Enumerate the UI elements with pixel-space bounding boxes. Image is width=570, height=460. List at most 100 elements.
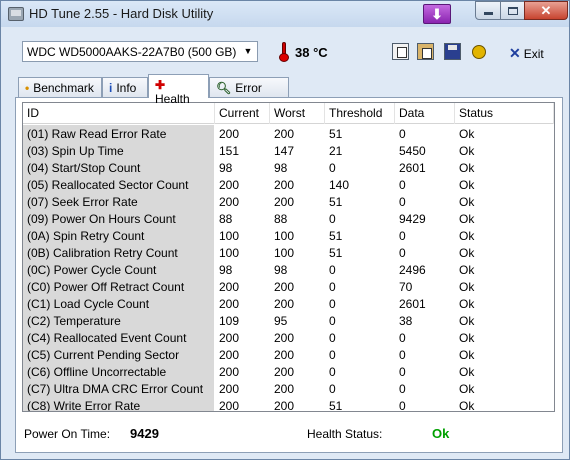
cell-status: Ok (459, 365, 475, 379)
close-button[interactable]: ✕ (524, 1, 568, 20)
cell-threshold: 0 (329, 348, 336, 362)
error-scan-icon: 🔍︎ (216, 81, 232, 95)
table-row[interactable]: (0A) Spin Retry Count 100 100 51 0 Ok (23, 227, 554, 244)
app-icon (8, 7, 24, 21)
minimize-button[interactable] (475, 1, 501, 20)
tab-label: Info (116, 81, 137, 95)
cell-threshold: 140 (329, 178, 350, 192)
cell-current: 98 (219, 161, 233, 175)
cell-id: (C7) Ultra DMA CRC Error Count (23, 380, 214, 397)
table-row[interactable]: (C1) Load Cycle Count 200 200 0 2601 Ok (23, 295, 554, 312)
table-row[interactable]: (C0) Power Off Retract Count 200 200 0 70 Ok (23, 278, 554, 295)
maximize-button[interactable] (500, 1, 525, 20)
app-window: HD Tune 2.55 - Hard Disk Utility ⬇ ✕ WDC… (0, 0, 570, 460)
smart-table[interactable]: ID Current Worst Threshold Data Status (… (22, 102, 555, 412)
column-header-data[interactable]: Data (395, 103, 455, 124)
cell-current: 88 (219, 212, 233, 226)
table-row[interactable]: (C7) Ultra DMA CRC Error Count 200 200 0 0 Ok (23, 380, 554, 397)
exit-button[interactable]: ✕ Exit (509, 45, 544, 62)
cell-current: 200 (219, 280, 240, 294)
table-row[interactable]: (07) Seek Error Rate 200 200 51 0 Ok (23, 193, 554, 210)
cell-worst: 200 (274, 127, 295, 141)
cell-worst: 200 (274, 365, 295, 379)
cell-threshold: 0 (329, 263, 336, 277)
table-row[interactable]: (04) Start/Stop Count 98 98 0 2601 Ok (23, 159, 554, 176)
tab-health[interactable]: ✚Health (148, 74, 209, 106)
cell-current: 100 (219, 229, 240, 243)
table-row[interactable]: (03) Spin Up Time 151 147 21 5450 Ok (23, 142, 554, 159)
cell-status: Ok (459, 161, 475, 175)
tab-error-scan[interactable]: 🔍︎Error Scan (209, 77, 289, 109)
table-row[interactable]: (C2) Temperature 109 95 0 38 Ok (23, 312, 554, 329)
table-row[interactable]: (05) Reallocated Sector Count 200 200 140 0 O… (23, 176, 554, 193)
cell-threshold: 0 (329, 280, 336, 294)
drive-select[interactable]: WDC WD5000AAKS-22A7B0 (500 GB) ▼ (22, 41, 258, 62)
cell-data: 0 (399, 246, 406, 260)
health-status-label: Health Status: (307, 427, 383, 441)
cell-threshold: 0 (329, 365, 336, 379)
cell-data: 0 (399, 229, 406, 243)
cell-current: 200 (219, 195, 240, 209)
cell-status: Ok (459, 127, 475, 141)
table-header: ID Current Worst Threshold Data Status (23, 103, 554, 124)
clipboard-icon[interactable] (417, 43, 434, 60)
cell-current: 200 (219, 348, 240, 362)
title-bar[interactable]: HD Tune 2.55 - Hard Disk Utility ⬇ ✕ (1, 1, 569, 27)
cell-data: 0 (399, 195, 406, 209)
table-row[interactable]: (0C) Power Cycle Count 98 98 0 2496 Ok (23, 261, 554, 278)
save-icon[interactable] (444, 43, 461, 60)
cell-data: 0 (399, 399, 406, 412)
table-row[interactable]: (C8) Write Error Rate 200 200 51 0 Ok (23, 397, 554, 412)
cell-data: 38 (399, 314, 413, 328)
cell-worst: 200 (274, 195, 295, 209)
cell-worst: 100 (274, 229, 295, 243)
download-icon[interactable]: ⬇ (423, 4, 451, 24)
tab-benchmark[interactable]: • Benchmark (18, 77, 102, 97)
cell-worst: 98 (274, 263, 288, 277)
cell-id: (09) Power On Hours Count (23, 210, 214, 227)
cell-worst: 95 (274, 314, 288, 328)
cell-data: 0 (399, 348, 406, 362)
column-header-worst[interactable]: Worst (270, 103, 325, 124)
column-header-id[interactable]: ID (23, 103, 215, 124)
cell-data: 0 (399, 127, 406, 141)
health-icon: ✚ (155, 78, 166, 92)
cell-status: Ok (459, 195, 475, 209)
cell-id: (C8) Write Error Rate (23, 397, 214, 411)
table-row[interactable]: (C5) Current Pending Sector 200 200 0 0 Ok (23, 346, 554, 363)
table-row[interactable]: (01) Raw Read Error Rate 200 200 51 0 Ok (23, 125, 554, 142)
cell-current: 109 (219, 314, 240, 328)
cell-worst: 200 (274, 382, 295, 396)
options-icon[interactable] (471, 43, 488, 60)
cell-id: (04) Start/Stop Count (23, 159, 214, 176)
cell-threshold: 51 (329, 195, 343, 209)
cell-worst: 200 (274, 178, 295, 192)
window-title: HD Tune 2.55 - Hard Disk Utility (29, 6, 214, 21)
column-header-status[interactable]: Status (455, 103, 554, 124)
cell-worst: 200 (274, 297, 295, 311)
cell-id: (C0) Power Off Retract Count (23, 278, 214, 295)
benchmark-icon: • (25, 81, 30, 95)
column-header-current[interactable]: Current (215, 103, 270, 124)
cell-worst: 200 (274, 399, 295, 412)
copy-icon[interactable] (392, 43, 409, 60)
cell-worst: 200 (274, 280, 295, 294)
cell-data: 5450 (399, 144, 426, 158)
cell-threshold: 0 (329, 382, 336, 396)
cell-data: 0 (399, 331, 406, 345)
table-row[interactable]: (0B) Calibration Retry Count 100 100 51 0 Ok (23, 244, 554, 261)
cell-data: 0 (399, 365, 406, 379)
table-row[interactable]: (C6) Offline Uncorrectable 200 200 0 0 Ok (23, 363, 554, 380)
cell-worst: 200 (274, 331, 295, 345)
cell-current: 200 (219, 382, 240, 396)
cell-threshold: 0 (329, 297, 336, 311)
cell-worst: 200 (274, 348, 295, 362)
column-header-threshold[interactable]: Threshold (325, 103, 395, 124)
info-icon: i (109, 81, 113, 95)
cell-id: (C5) Current Pending Sector (23, 346, 214, 363)
table-row[interactable]: (C4) Reallocated Event Count 200 200 0 0 Ok (23, 329, 554, 346)
table-row[interactable]: (09) Power On Hours Count 88 88 0 9429 Ok (23, 210, 554, 227)
cell-worst: 98 (274, 161, 288, 175)
tab-info[interactable]: i Info (102, 77, 148, 97)
cell-status: Ok (459, 144, 475, 158)
